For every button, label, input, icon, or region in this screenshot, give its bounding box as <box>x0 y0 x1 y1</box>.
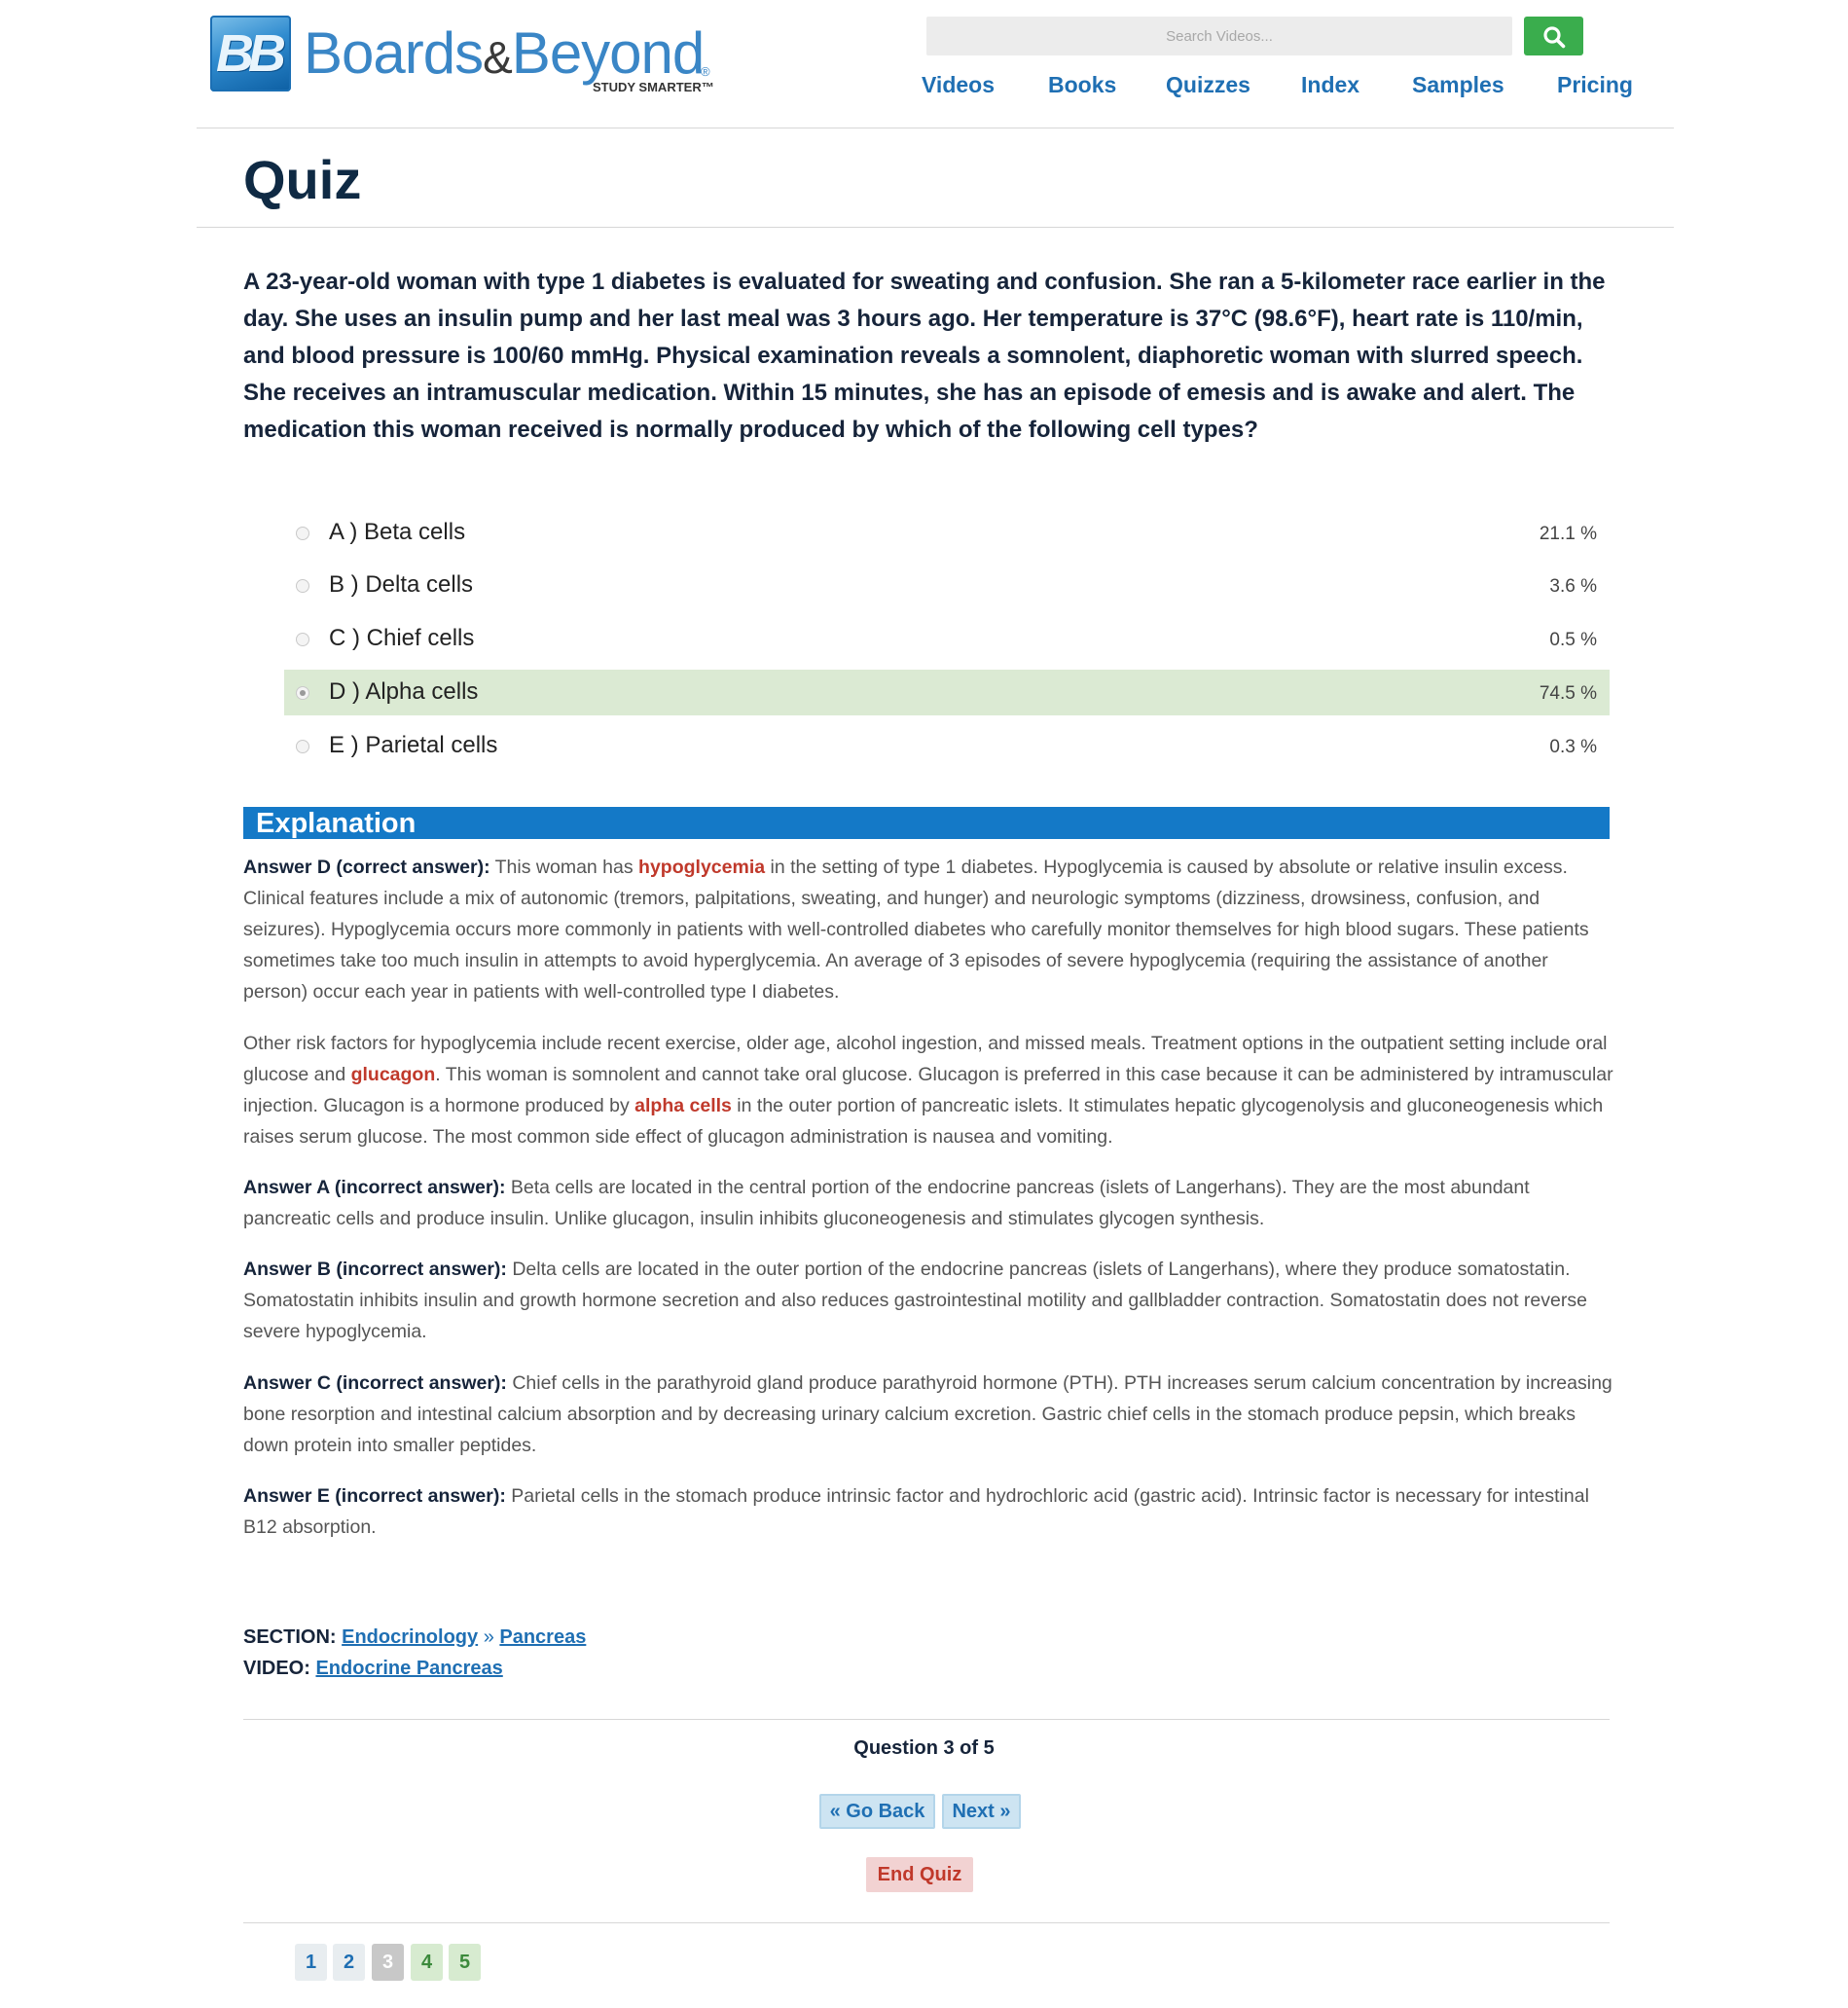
video-reference: VIDEO: Endocrine Pancreas <box>243 1658 503 1679</box>
choice-label: B ) Delta cells <box>329 571 474 598</box>
explanation-answer-a: Answer A (incorrect answer): Beta cells … <box>243 1177 1530 1229</box>
choice-percent: 74.5 % <box>1539 683 1597 704</box>
choice-label: D ) Alpha cells <box>329 678 479 705</box>
explanation-answer-c: Answer C (incorrect answer): Chief cells… <box>243 1372 1612 1456</box>
go-back-button[interactable]: « Go Back <box>819 1794 935 1829</box>
answer-choice-b[interactable]: B ) Delta cells 3.6 % <box>284 563 1610 608</box>
explanation-header: Explanation <box>243 807 1610 839</box>
footer-divider-top <box>243 1719 1610 1720</box>
brand-logo[interactable]: BB Boards&Beyond ® STUDY SMARTER™ <box>210 16 714 94</box>
registered-mark: ® <box>701 64 710 79</box>
page-link-2[interactable]: 2 <box>333 1944 365 1981</box>
nav-samples[interactable]: Samples <box>1412 72 1504 101</box>
choice-percent: 0.5 % <box>1549 630 1597 650</box>
radio-button[interactable] <box>296 579 309 593</box>
search-input[interactable] <box>926 17 1512 55</box>
choice-label: A ) Beta cells <box>329 519 466 545</box>
highlight-term: alpha cells <box>634 1095 732 1116</box>
answer-choice-a[interactable]: A ) Beta cells 21.1 % <box>284 510 1610 556</box>
answer-choice-e[interactable]: E ) Parietal cells 0.3 % <box>284 723 1610 769</box>
explanation-answer-d: Answer D (correct answer): This woman ha… <box>243 857 1589 1003</box>
title-divider <box>197 227 1674 228</box>
choice-percent: 0.3 % <box>1549 737 1597 757</box>
search-icon <box>1543 26 1566 49</box>
nav-quizzes[interactable]: Quizzes <box>1166 72 1250 101</box>
section-link-endocrinology[interactable]: Endocrinology <box>342 1626 478 1648</box>
answer-choice-d[interactable]: D ) Alpha cells 74.5 % <box>284 670 1610 715</box>
page-link-4[interactable]: 4 <box>411 1944 443 1981</box>
next-button[interactable]: Next » <box>942 1794 1021 1829</box>
choice-percent: 3.6 % <box>1549 576 1597 597</box>
nav-pricing[interactable]: Pricing <box>1557 72 1633 101</box>
brand-name: Boards&Beyond <box>304 20 705 86</box>
radio-button[interactable] <box>296 527 309 540</box>
page-link-1[interactable]: 1 <box>295 1944 327 1981</box>
choice-percent: 21.1 % <box>1539 524 1597 544</box>
radio-button[interactable] <box>296 686 309 700</box>
nav-books[interactable]: Books <box>1048 72 1116 101</box>
choice-label: C ) Chief cells <box>329 625 475 651</box>
footer-divider-bottom <box>243 1922 1610 1923</box>
nav-videos[interactable]: Videos <box>922 72 995 101</box>
highlight-term: glucagon <box>350 1064 436 1085</box>
brand-tagline: STUDY SMARTER™ <box>593 80 714 94</box>
choice-label: E ) Parietal cells <box>329 732 498 758</box>
explanation-risk-factors: Other risk factors for hypoglycemia incl… <box>243 1033 1613 1148</box>
explanation-answer-b: Answer B (incorrect answer): Delta cells… <box>243 1259 1587 1342</box>
end-quiz-button[interactable]: End Quiz <box>866 1857 973 1892</box>
radio-button[interactable] <box>296 633 309 646</box>
page-link-5[interactable]: 5 <box>449 1944 481 1981</box>
page-title: Quiz <box>243 149 362 210</box>
radio-button[interactable] <box>296 740 309 753</box>
nav-index[interactable]: Index <box>1301 72 1359 101</box>
search-button[interactable] <box>1524 17 1583 55</box>
section-breadcrumb: SECTION: Endocrinology » Pancreas <box>243 1626 587 1648</box>
question-stem: A 23-year-old woman with type 1 diabetes… <box>243 269 1606 443</box>
section-link-pancreas[interactable]: Pancreas <box>499 1626 586 1648</box>
explanation-answer-e: Answer E (incorrect answer): Parietal ce… <box>243 1485 1589 1538</box>
page-link-current[interactable]: 3 <box>372 1944 404 1981</box>
question-progress: Question 3 of 5 <box>853 1737 995 1759</box>
video-link[interactable]: Endocrine Pancreas <box>315 1658 502 1679</box>
highlight-term: hypoglycemia <box>638 857 766 878</box>
answer-choice-c[interactable]: C ) Chief cells 0.5 % <box>284 616 1610 662</box>
brand-badge: BB <box>210 16 291 91</box>
